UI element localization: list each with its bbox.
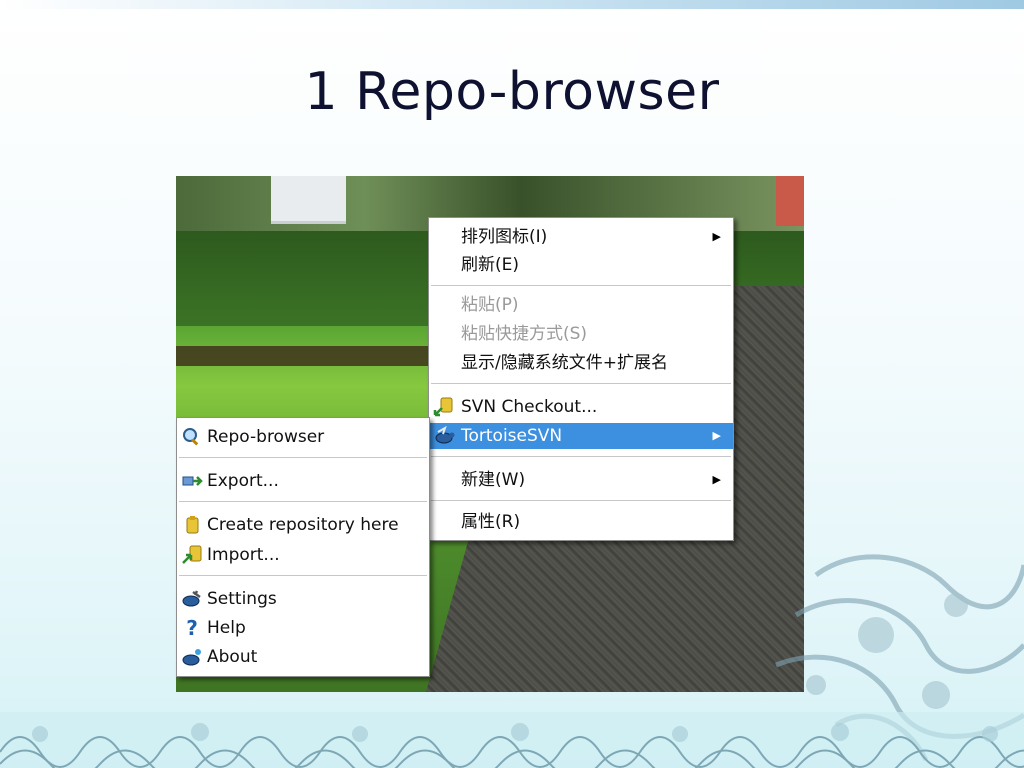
menu-item-new[interactable]: 新建(W) ▶ [429,467,733,493]
submenu-item-export[interactable]: Export... [177,468,429,494]
about-icon [182,649,201,666]
submenu-item-settings[interactable]: Settings [177,586,429,612]
menu-separator [431,383,731,384]
submenu-item-about[interactable]: About [177,644,429,670]
submenu-item-create-repository[interactable]: Create repository here [177,512,429,538]
tortoisesvn-submenu: Repo-browser Export... Create repository… [176,417,430,677]
submenu-item-repo-browser[interactable]: Repo-browser [177,424,429,450]
menu-item-paste-shortcut[interactable]: 粘贴快捷方式(S) [429,321,733,347]
submenu-separator [179,575,427,576]
submenu-arrow-icon: ▶ [712,473,721,486]
wave-border-decoration [0,712,1024,768]
menu-item-paste[interactable]: 粘贴(P) [429,292,733,318]
submenu-arrow-icon: ▶ [712,429,721,442]
settings-icon [182,590,201,607]
menu-item-svn-checkout[interactable]: SVN Checkout... [429,394,733,420]
create-repository-icon [186,516,199,534]
menu-item-tortoisesvn[interactable]: TortoiseSVN ▶ [429,423,733,449]
submenu-item-import[interactable]: Import... [177,542,429,568]
wallpaper-soil [176,346,436,366]
menu-separator [431,500,731,501]
repo-browser-icon [183,428,199,446]
help-icon: ? [186,616,198,640]
menu-separator [431,456,731,457]
menu-item-refresh[interactable]: 刷新(E) [429,252,733,278]
slide-title: 1 Repo-browser [304,62,720,122]
slide-top-strip [0,0,1024,9]
desktop-context-menu: 排列图标(I) ▶ 刷新(E) 粘贴(P) 粘贴快捷方式(S) 显示/隐藏系统文… [428,217,734,541]
export-icon [182,476,203,486]
wallpaper-house [271,176,346,224]
menu-item-properties[interactable]: 属性(R) [429,509,733,535]
svn-checkout-icon [433,397,453,417]
submenu-item-help[interactable]: ? Help [177,615,429,641]
submenu-separator [179,501,427,502]
import-icon [182,545,202,564]
menu-item-arrange-icons[interactable]: 排列图标(I) ▶ [429,224,733,250]
menu-item-toggle-hidden-files[interactable]: 显示/隐藏系统文件+扩展名 [429,350,733,376]
menu-separator [431,285,731,286]
submenu-arrow-icon: ▶ [712,230,721,243]
tortoisesvn-icon [435,426,455,444]
submenu-separator [179,457,427,458]
wallpaper-house-red [776,176,804,226]
